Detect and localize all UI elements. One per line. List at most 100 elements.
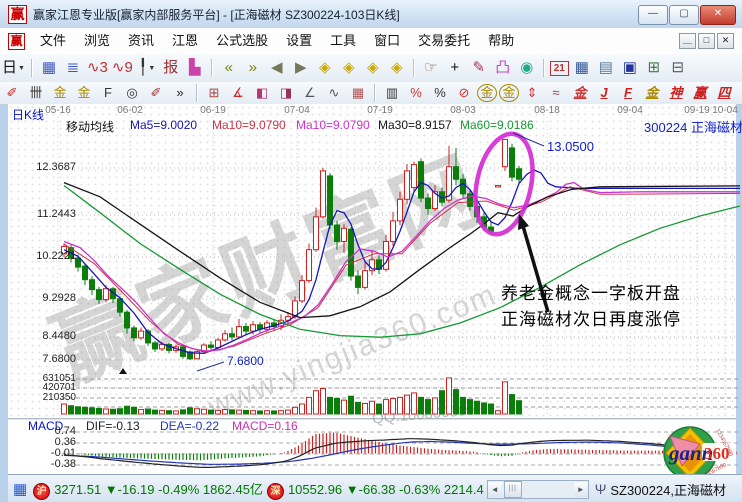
percent-icon[interactable]: % bbox=[429, 85, 451, 101]
spiral-icon[interactable]: ◎ bbox=[121, 85, 143, 101]
report-icon[interactable]: 报 bbox=[160, 58, 182, 78]
scroll-left-button[interactable]: ◄ bbox=[488, 482, 502, 497]
window-title: 赢家江恩专业版[赢家内部服务平台] - [正海磁材 SZ300224-103日K… bbox=[33, 6, 400, 23]
shen-angle-icon[interactable]: 神 bbox=[665, 85, 687, 101]
market-badge-沪: 沪 bbox=[33, 483, 50, 500]
window-layout-icon[interactable]: ▦ bbox=[38, 58, 60, 78]
angle-lines-icon[interactable]: ∠ bbox=[299, 85, 321, 101]
more-tools-icon[interactable]: » bbox=[169, 85, 191, 101]
antenna-icon: Ψ bbox=[595, 481, 607, 497]
close-button[interactable]: ✕ bbox=[700, 5, 736, 25]
zigzag-icon[interactable]: ∿ bbox=[323, 85, 345, 101]
apparel-icon[interactable]: 凸 bbox=[492, 58, 514, 78]
menu-item-江恩[interactable]: 江恩 bbox=[163, 33, 207, 48]
minimize-button[interactable]: — bbox=[638, 5, 668, 25]
toolbar-separator bbox=[413, 59, 415, 77]
market-quote: 3271.51 ▼-16.19 -0.49% 1862.45亿 bbox=[54, 482, 263, 497]
minute-line-3-icon[interactable]: ∿3 bbox=[86, 58, 109, 78]
hand-drag-icon[interactable]: ☞ bbox=[420, 58, 442, 78]
scroll-thumb[interactable]: ||| bbox=[504, 481, 522, 498]
f-grid-icon[interactable]: F bbox=[97, 85, 119, 101]
info-board-icon[interactable]: ≣ bbox=[62, 58, 84, 78]
save-icon[interactable]: ▣ bbox=[619, 58, 641, 78]
percent-circle-icon[interactable]: ⊘ bbox=[453, 85, 475, 101]
mdi-close-button[interactable]: ✕ bbox=[717, 33, 734, 49]
trendline-icon[interactable]: ✎ bbox=[468, 58, 490, 78]
gann-fan-icon[interactable]: ∡ bbox=[227, 85, 249, 101]
menu-bar: 赢 文件浏览资讯江恩公式选股设置工具窗口交易委托帮助 bbox=[0, 28, 742, 55]
status-bar: ▦ 沪 3271.51 ▼-16.19 -0.49% 1862.45亿深 10552… bbox=[8, 474, 742, 502]
market-quote: 10552.96 ▼-66.38 -0.63% 2214.4 bbox=[288, 482, 484, 497]
remote-icon[interactable]: ⊟ bbox=[667, 58, 689, 78]
menu-item-公式选股[interactable]: 公式选股 bbox=[207, 33, 277, 48]
fan-filled-icon[interactable]: ◨ bbox=[275, 85, 297, 101]
toolbar-separator bbox=[211, 59, 213, 77]
calculator-icon[interactable]: ▦ bbox=[571, 58, 593, 78]
diamond-right-icon[interactable]: ◈ bbox=[338, 58, 360, 78]
calendar-icon[interactable]: ▦ bbox=[13, 480, 27, 498]
calendar-21-icon[interactable]: 21 bbox=[550, 61, 569, 76]
menu-item-设置[interactable]: 设置 bbox=[277, 33, 321, 48]
si-angle-icon[interactable]: 四 bbox=[713, 85, 735, 101]
f-angle-icon[interactable]: F bbox=[617, 85, 639, 101]
diamond-left-icon[interactable]: ◈ bbox=[314, 58, 336, 78]
gold-grid-2-icon[interactable]: 金 bbox=[73, 85, 95, 101]
diamond-full-icon[interactable]: ◈ bbox=[386, 58, 408, 78]
toolbar-separator bbox=[196, 84, 198, 102]
j-angle-icon[interactable]: J bbox=[593, 85, 615, 101]
toolbar-separator bbox=[543, 59, 545, 77]
color-histogram-icon[interactable]: ▙ bbox=[184, 58, 206, 78]
percent-bars-icon[interactable]: ▥ bbox=[381, 85, 403, 101]
menu-item-帮助[interactable]: 帮助 bbox=[479, 33, 523, 48]
minute-line-9-icon[interactable]: ∿9 bbox=[111, 58, 134, 78]
menu-item-窗口[interactable]: 窗口 bbox=[365, 33, 409, 48]
menu-item-文件[interactable]: 文件 bbox=[31, 33, 75, 48]
menu-item-工具[interactable]: 工具 bbox=[321, 33, 365, 48]
app-window: 赢 赢家江恩专业版[赢家内部服务平台] - [正海磁材 SZ300224-103… bbox=[0, 0, 742, 502]
mdi-minimize-button[interactable]: ＿ bbox=[679, 33, 696, 49]
grid-tool-icon[interactable]: 卌 bbox=[25, 85, 47, 101]
status-symbol: SZ300224,正海磁材 bbox=[610, 480, 726, 499]
gold-angle-icon[interactable]: 金 bbox=[569, 85, 591, 101]
app-icon: 赢 bbox=[8, 5, 27, 24]
crosshair-icon[interactable]: + bbox=[444, 58, 466, 78]
gold-circle-2-icon[interactable]: 金 bbox=[499, 84, 519, 102]
drawing-toolbar: ✐卌金金F◎✐»⊞∡◧◨∠∿▦▥%%⊘金金⇕≈金JF金神赢四 bbox=[0, 82, 742, 105]
gann-box-icon[interactable]: ⊞ bbox=[203, 85, 225, 101]
horizontal-scrollbar[interactable]: ◄ ||| ► bbox=[487, 480, 589, 499]
gold-circle-1-icon[interactable]: 金 bbox=[477, 84, 497, 102]
scroll-right-button[interactable]: ► bbox=[574, 482, 588, 497]
ying-angle-icon[interactable]: 赢 bbox=[689, 85, 711, 101]
gold-grid-1-icon[interactable]: 金 bbox=[49, 85, 71, 101]
last-page-icon[interactable]: » bbox=[242, 58, 264, 78]
prev-icon[interactable]: ◀ bbox=[266, 58, 288, 78]
gold-angle-2-icon[interactable]: 金 bbox=[641, 85, 663, 101]
fan-box-icon[interactable]: ◧ bbox=[251, 85, 273, 101]
brain-icon[interactable]: ◉ bbox=[516, 58, 538, 78]
ruler-brush-icon[interactable]: ✐ bbox=[145, 85, 167, 101]
main-toolbar: 日▼▦≣∿3∿9╿▼报▙«»◀▶◈◈◈◈☞+✎凸◉21▦▤▣⊞⊟ bbox=[0, 54, 742, 83]
menu-item-资讯[interactable]: 资讯 bbox=[119, 33, 163, 48]
percent-underline-icon[interactable]: % bbox=[405, 85, 427, 101]
period-selector-icon[interactable]: 日▼ bbox=[1, 58, 26, 79]
macd-pane[interactable] bbox=[8, 420, 736, 474]
net-grid-icon[interactable]: ▦ bbox=[347, 85, 369, 101]
kline-chart-pane[interactable] bbox=[8, 104, 736, 418]
maximize-button[interactable]: ▢ bbox=[669, 5, 699, 25]
v-ruler-icon[interactable]: ⇕ bbox=[521, 85, 543, 101]
menu-item-交易委托[interactable]: 交易委托 bbox=[409, 33, 479, 48]
first-page-icon[interactable]: « bbox=[218, 58, 240, 78]
app-icon-small: 赢 bbox=[8, 33, 25, 50]
mdi-restore-button[interactable]: □ bbox=[698, 33, 715, 49]
net-sync-icon[interactable]: ⊞ bbox=[643, 58, 665, 78]
market-badge-深: 深 bbox=[267, 483, 284, 500]
menu-item-浏览[interactable]: 浏览 bbox=[75, 33, 119, 48]
notepad-icon[interactable]: ▤ bbox=[595, 58, 617, 78]
diamond-expand-icon[interactable]: ◈ bbox=[362, 58, 384, 78]
toolbar-separator bbox=[31, 59, 33, 77]
next-icon[interactable]: ▶ bbox=[290, 58, 312, 78]
title-bar: 赢 赢家江恩专业版[赢家内部服务平台] - [正海磁材 SZ300224-103… bbox=[0, 0, 742, 29]
kline-style-icon[interactable]: ╿▼ bbox=[136, 58, 158, 79]
brush-icon[interactable]: ✐ bbox=[1, 85, 23, 101]
wave-icon[interactable]: ≈ bbox=[545, 85, 567, 101]
